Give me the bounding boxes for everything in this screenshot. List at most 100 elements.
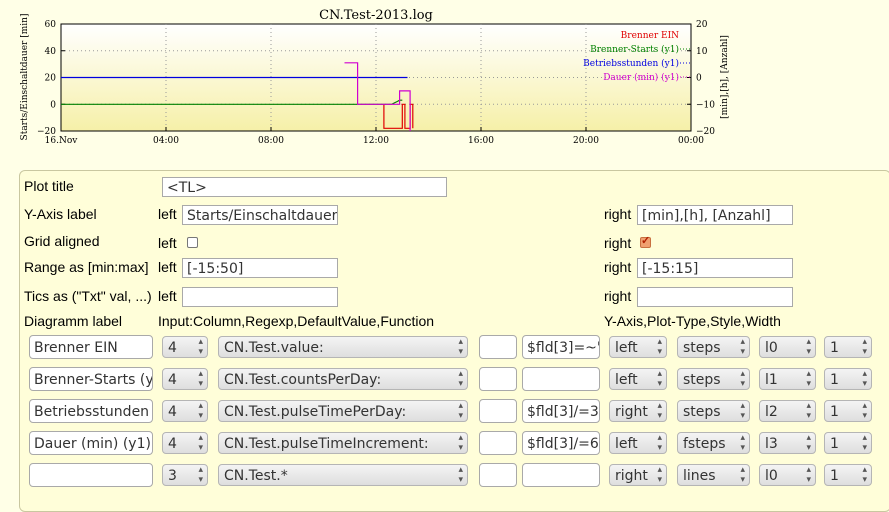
axis-select[interactable]: right ▴ ▾ — [609, 464, 667, 486]
y-axis-label-label: Y-Axis label — [24, 206, 97, 222]
updown-icon: ▴ ▾ — [458, 369, 463, 389]
column-select-value: 3 — [168, 468, 177, 484]
plot-type-select-value: lines — [683, 468, 716, 484]
range-right-input[interactable]: [-15:15] — [637, 258, 793, 278]
diagram-row: Betriebsstunden (y 4▴▾ CN.Test.pulseTimePe… — [20, 399, 889, 425]
diagram-label-input[interactable]: Brenner EIN — [29, 335, 153, 359]
width-select-value: 1 — [830, 340, 839, 356]
range-left-input[interactable]: [-15:50] — [182, 258, 338, 278]
axis-select-value: left — [615, 436, 638, 452]
updown-icon: ▴ ▾ — [740, 337, 745, 357]
updown-icon: ▴ ▾ — [862, 465, 867, 485]
style-select[interactable]: l0 ▴ ▾ — [759, 336, 816, 358]
style-select[interactable]: l3 ▴ ▾ — [759, 432, 816, 454]
column-select[interactable]: 4 ▴ ▾ — [162, 336, 208, 358]
updown-icon: ▴ ▾ — [806, 401, 811, 421]
grid-right-checkbox[interactable] — [640, 234, 651, 248]
axis-select[interactable]: left ▴ ▾ — [609, 368, 667, 390]
plot-type-select[interactable]: lines ▴ ▾ — [677, 464, 750, 486]
x-tick-label: 20:00 — [573, 136, 599, 146]
grid-left-checkbox[interactable] — [187, 237, 198, 248]
column-select[interactable]: 4 ▴ ▾ — [162, 400, 208, 422]
updown-icon: ▴ ▾ — [458, 465, 463, 485]
diagram-label-input[interactable]: Brenner-Starts (y1) — [29, 367, 153, 391]
width-select-value: 1 — [830, 436, 839, 452]
style-select[interactable]: l2 ▴ ▾ — [759, 400, 816, 422]
column-select[interactable]: 3 ▴ ▾ — [162, 464, 208, 486]
tics-left-input[interactable] — [182, 287, 338, 307]
regexp-select[interactable]: CN.Test.pulseTimePerDay: ▴ ▾ — [218, 400, 468, 422]
axis-select[interactable]: right ▴ ▾ — [609, 400, 667, 422]
plot-type-select[interactable]: steps ▴ ▾ — [677, 400, 750, 422]
function-input[interactable]: $fld[3]/=60 — [522, 431, 600, 455]
grid-aligned-label: Grid aligned — [24, 233, 100, 249]
style-select[interactable]: l0 ▴ ▾ — [759, 464, 816, 486]
style-select-value: l1 — [765, 372, 778, 388]
updown-icon: ▴ ▾ — [740, 369, 745, 389]
tics-right-input[interactable] — [637, 287, 793, 307]
width-select[interactable]: 1 ▴ ▾ — [824, 336, 872, 358]
function-input[interactable] — [522, 367, 600, 391]
width-select[interactable]: 1 ▴ ▾ — [824, 368, 872, 390]
diagram-label-header: Diagramm label — [24, 313, 123, 329]
width-select[interactable]: 1 ▴ ▾ — [824, 400, 872, 422]
default-value-input[interactable] — [479, 431, 517, 455]
grid-left-label: left — [158, 235, 177, 251]
updown-icon: ▴ ▾ — [198, 401, 203, 421]
diagram-label-input[interactable]: Betriebsstunden (y — [29, 399, 153, 423]
style-select[interactable]: l1 ▴ ▾ — [759, 368, 816, 390]
updown-icon: ▴ ▾ — [657, 369, 662, 389]
y-axis-right-input[interactable]: [min],[h], [Anzahl] — [637, 205, 793, 225]
range-right-label: right — [604, 259, 632, 275]
function-input[interactable] — [522, 463, 600, 487]
axis-select-value: right — [615, 468, 648, 484]
default-value-input[interactable] — [479, 335, 517, 359]
axis-select[interactable]: left ▴ ▾ — [609, 336, 667, 358]
y-axis-left-input[interactable]: Starts/Einschaltdauer [n — [182, 205, 338, 225]
diagram-label-input-value: Betriebsstunden (y — [34, 404, 152, 420]
range-label: Range as [min:max] — [24, 259, 149, 275]
axis-select-value: left — [615, 340, 638, 356]
column-select[interactable]: 4 ▴ ▾ — [162, 368, 208, 390]
range-left-label: left — [158, 259, 177, 275]
diagram-row: 3 ▴ ▾ CN.Test.* ▴ ▾ right ▴ ▾ lines ▴ ▾ l0 ▴ ▾ 1 ▴ ▾ — [20, 463, 889, 489]
plot-type-select[interactable]: fsteps ▴ ▾ — [677, 432, 750, 454]
default-value-input[interactable] — [479, 367, 517, 391]
function-input[interactable]: $fld[3]/=360 — [522, 399, 600, 423]
regexp-select-value: CN.Test.countsPerDay: — [224, 372, 382, 388]
regexp-select[interactable]: CN.Test.countsPerDay: ▴ ▾ — [218, 368, 468, 390]
plot-type-select[interactable]: steps ▴ ▾ — [677, 336, 750, 358]
regexp-select[interactable]: CN.Test.pulseTimeIncrement: ▴ ▾ — [218, 432, 468, 454]
chart: CN.Test-2013.log −200204060−20−1001020 1… — [20, 8, 730, 146]
diagram-row: Dauer (min) (y1) 4 ▴ ▾ CN.Test.pulseTimeIncr… — [20, 431, 889, 457]
width-select[interactable]: 1 ▴ ▾ — [824, 464, 872, 486]
regexp-select[interactable]: CN.Test.value: ▴ ▾ — [218, 336, 468, 358]
default-value-input[interactable] — [479, 463, 517, 487]
updown-icon: ▴ ▾ — [740, 401, 745, 421]
chart-title: CN.Test-2013.log — [319, 8, 433, 23]
updown-icon: ▴ ▾ — [862, 401, 867, 421]
y-tick-label-left: 40 — [45, 47, 57, 57]
updown-icon: ▴ ▾ — [657, 401, 662, 421]
default-value-input[interactable] — [479, 399, 517, 423]
regexp-select[interactable]: CN.Test.* ▴ ▾ — [218, 464, 468, 486]
legend-entry-3: Dauer (min) (y1) — [603, 72, 679, 83]
y-tick-label-left: 0 — [50, 100, 56, 110]
diagram-label-input[interactable] — [29, 463, 153, 487]
function-input[interactable]: $fld[3]=~"1" — [522, 335, 600, 359]
width-select-value: 1 — [830, 404, 839, 420]
axis-select[interactable]: left ▴ ▾ — [609, 432, 667, 454]
diagram-label-input[interactable]: Dauer (min) (y1) — [29, 431, 153, 455]
function-input-value: $fld[3]/=60 — [527, 436, 600, 452]
y-tick-label-left: 20 — [45, 74, 57, 84]
x-tick-label: 12:00 — [363, 136, 389, 146]
plot-type-select[interactable]: steps ▴ ▾ — [677, 368, 750, 390]
style-select-value: l3 — [765, 436, 778, 452]
diagram-row: Brenner-Starts (y1)4▴▾CN.Test.countsPerD… — [20, 367, 889, 393]
y-axis-right-label: right — [604, 206, 632, 222]
column-select-value: 4 — [168, 372, 177, 388]
width-select[interactable]: 1 ▴ ▾ — [824, 432, 872, 454]
plot-title-input[interactable]: <TL> — [162, 177, 447, 197]
legend-entry-1: Brenner-Starts (y1) — [590, 44, 679, 55]
column-select[interactable]: 4 ▴ ▾ — [162, 432, 208, 454]
